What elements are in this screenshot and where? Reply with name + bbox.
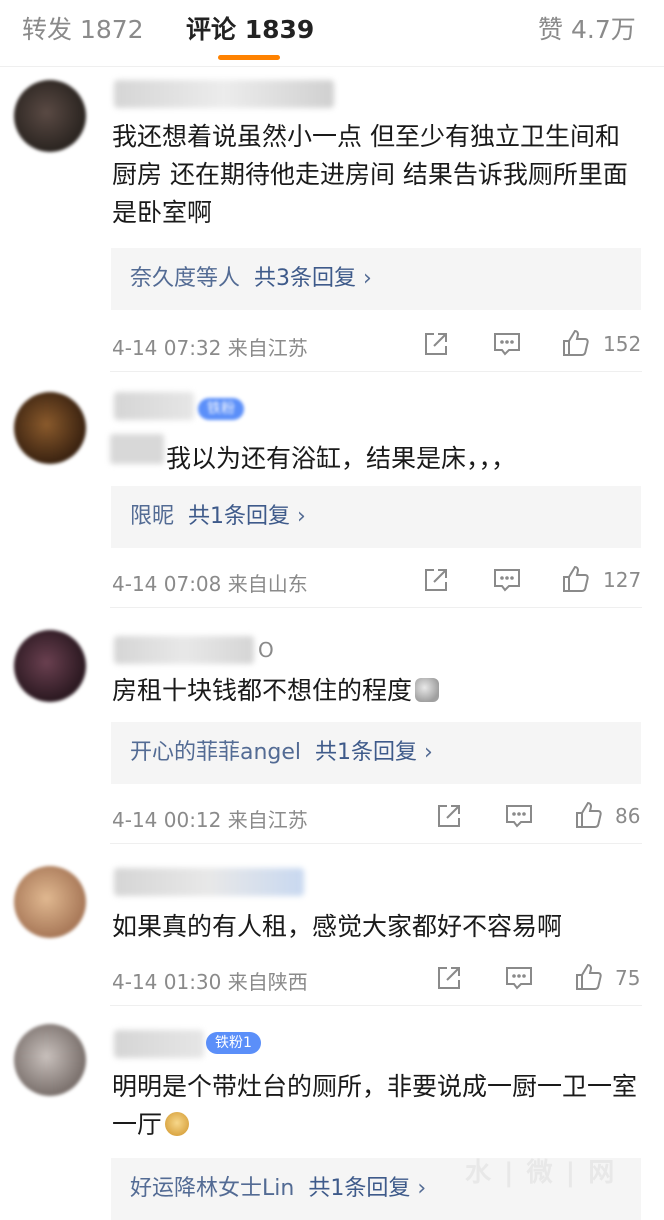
comment-icon[interactable] [505, 803, 533, 829]
active-tab-indicator [218, 55, 280, 60]
blurred-content [110, 434, 164, 464]
comment-time: 4-14 07:32 [112, 336, 222, 360]
reply-summary-text: 奈久度等人 共3条回复 › [130, 248, 372, 310]
comment-item: 铁粉 我以为还有浴缸，结果是床，，， 限昵 共1条回复 › 4-14 07:08… [0, 372, 664, 608]
reply-summary[interactable]: 奈久度等人 共3条回复 › [111, 248, 641, 310]
comment-location: 来自江苏 [227, 808, 308, 832]
tab-likes-label: 赞 [538, 15, 564, 44]
fan-badge: 铁粉 [198, 398, 244, 420]
reply-from: 好运降林女士Lin [130, 1176, 295, 1201]
tab-repost-count: 1872 [79, 15, 144, 44]
tab-likes-count: 4.7万 [570, 15, 636, 44]
avatar[interactable] [14, 1024, 86, 1096]
reply-summary[interactable]: 限昵 共1条回复 › [111, 486, 641, 548]
comment-text: 如果真的有人租，感觉大家都好不容易啊 [112, 912, 563, 941]
chevron-right-icon: › [363, 266, 372, 291]
avatar[interactable] [14, 392, 86, 464]
tab-comments-count: 1839 [244, 15, 315, 44]
username-blurred[interactable] [114, 1030, 204, 1058]
share-icon[interactable] [423, 567, 449, 593]
like-count: 75 [615, 966, 641, 990]
reply-from: 开心的菲菲angel [130, 740, 302, 765]
reply-from: 奈久度等人 [130, 266, 241, 291]
thumbs-up-icon[interactable] [561, 564, 591, 594]
thumbs-up-icon[interactable] [561, 328, 591, 358]
comment-time: 4-14 00:12 [112, 808, 222, 832]
like-count: 152 [603, 332, 642, 356]
thumbs-up-icon[interactable] [574, 962, 604, 992]
comment-item: 我还想着说虽然小一点 但至少有独立卫生间和厨房 还在期待他走进房间 结果告诉我厕… [0, 66, 664, 372]
site-watermark: 水 | 微 | 网 [465, 1158, 617, 1188]
cat-emoji-icon [415, 678, 440, 702]
reply-count: 共3条回复 [254, 266, 357, 291]
username-blurred[interactable] [114, 80, 334, 108]
reply-count: 共1条回复 [315, 740, 418, 765]
username-blurred[interactable] [114, 392, 194, 420]
tab-repost-label: 转发 [22, 15, 73, 44]
comment-location: 来自陕西 [227, 970, 308, 994]
comment-icon[interactable] [493, 331, 521, 357]
username-blurred[interactable] [114, 868, 304, 896]
tab-likes[interactable]: 赞 4.7万 [538, 10, 636, 46]
comment-icon[interactable] [493, 567, 521, 593]
comment-text-body: 明明是个带灶台的厕所，非要说成一厨一卫一室一厅 [112, 1072, 638, 1139]
avatar[interactable] [14, 866, 86, 938]
comment-text: 房租十块钱都不想住的程度 [112, 672, 642, 710]
reply-summary-text: 好运降林女士Lin 共1条回复 › [130, 1158, 426, 1220]
comment-location: 来自山东 [227, 572, 308, 596]
share-icon[interactable] [436, 803, 462, 829]
comment-icon[interactable] [505, 965, 533, 991]
chevron-right-icon: › [424, 740, 433, 765]
comment-meta: 4-14 07:08 来自山东 [112, 568, 308, 597]
comment-text: 我以为还有浴缸，结果是床，，， [166, 444, 517, 473]
comment-item: O 房租十块钱都不想住的程度 开心的菲菲angel 共1条回复 › 4-14 0… [0, 608, 664, 844]
share-icon[interactable] [423, 331, 449, 357]
chevron-right-icon: › [417, 1176, 427, 1201]
reply-summary-text: 开心的菲菲angel 共1条回复 › [130, 722, 433, 784]
username-blurred[interactable] [114, 636, 254, 664]
like-count: 127 [603, 568, 642, 592]
avatar[interactable] [14, 80, 86, 152]
reply-from: 限昵 [130, 504, 175, 529]
thumbs-up-icon[interactable] [574, 800, 604, 830]
comment-text: 我还想着说虽然小一点 但至少有独立卫生间和厨房 还在期待他走进房间 结果告诉我厕… [112, 122, 628, 227]
comment-item: 如果真的有人租，感觉大家都好不容易啊 4-14 01:30 来自陕西 75 [0, 844, 664, 1006]
doge-emoji-icon [165, 1112, 190, 1136]
comment-meta: 4-14 01:30 来自陕西 [112, 966, 308, 995]
comment-meta: 4-14 07:32 来自江苏 [112, 332, 308, 361]
comment-text-body: 房租十块钱都不想住的程度 [112, 676, 413, 705]
comment-time: 4-14 01:30 [112, 970, 222, 994]
avatar[interactable] [14, 630, 86, 702]
reply-count: 共1条回复 [188, 504, 291, 529]
username-visible-tail: O [258, 638, 274, 662]
comment-meta: 4-14 00:12 来自江苏 [112, 804, 308, 833]
chevron-right-icon: › [297, 504, 306, 529]
reply-summary-text: 限昵 共1条回复 › [130, 486, 306, 548]
comment-time: 4-14 07:08 [112, 572, 222, 596]
tab-comments[interactable]: 评论 1839 [186, 10, 314, 46]
share-icon[interactable] [436, 965, 462, 991]
like-count: 86 [615, 804, 641, 828]
comment-text: 明明是个带灶台的厕所，非要说成一厨一卫一室一厅 [112, 1068, 642, 1144]
reply-summary[interactable]: 开心的菲菲angel 共1条回复 › [111, 722, 641, 784]
tab-comments-label: 评论 [186, 15, 237, 44]
tab-repost[interactable]: 转发 1872 [22, 10, 144, 46]
fan-badge: 铁粉1 [206, 1032, 261, 1054]
reply-count: 共1条回复 [308, 1176, 411, 1201]
comment-tabs: 转发 1872 评论 1839 赞 4.7万 [0, 0, 664, 67]
comment-location: 来自江苏 [227, 336, 308, 360]
